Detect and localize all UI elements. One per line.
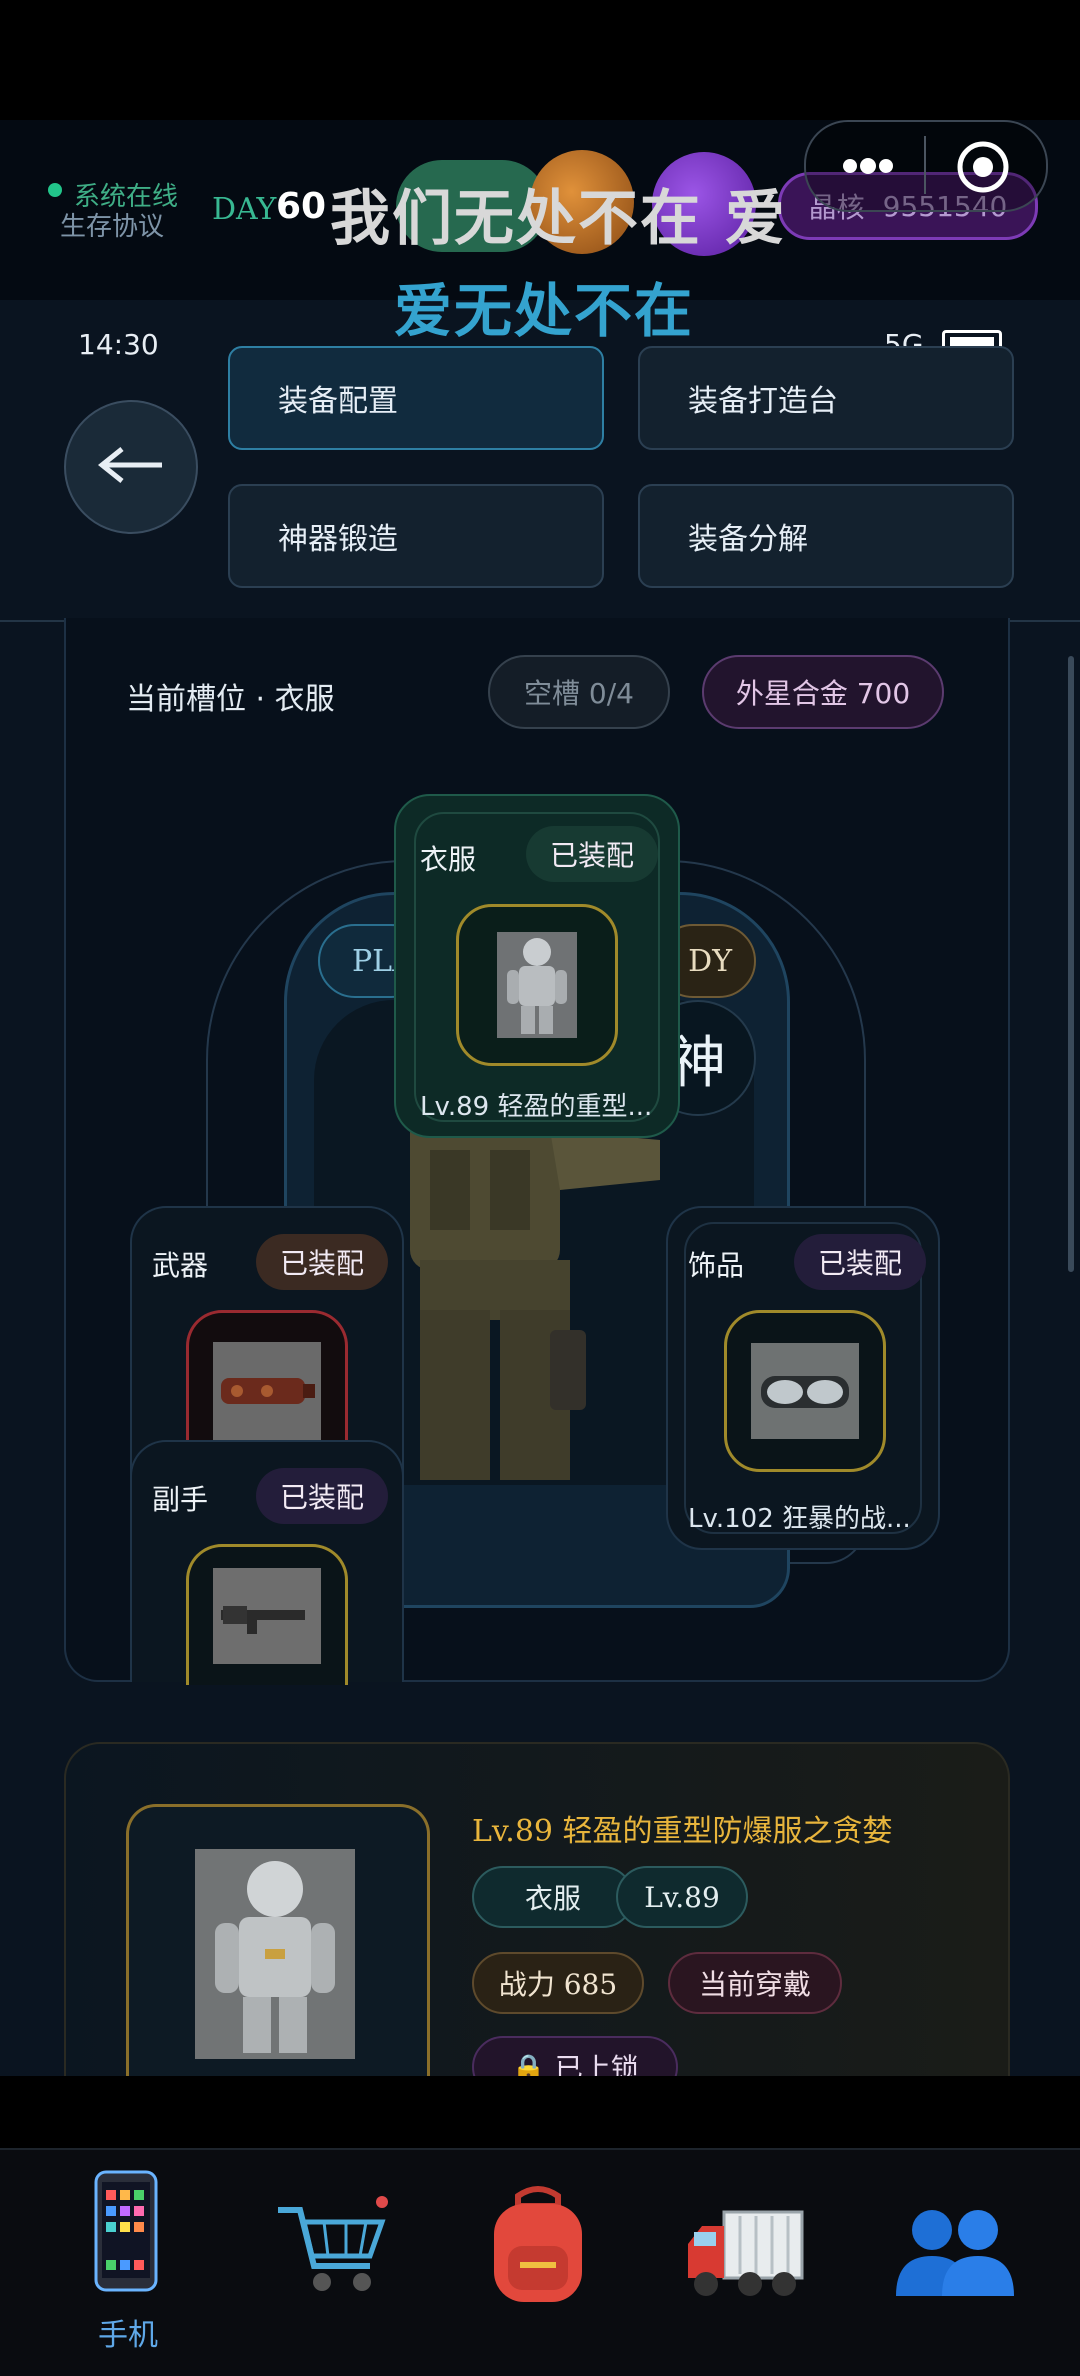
clothes-equipped-badge: 已装配 <box>526 826 658 882</box>
nav-item-delivery[interactable] <box>684 2204 806 2304</box>
nav-item-backpack[interactable] <box>480 2182 596 2306</box>
accessory-slot-label: 饰品 <box>688 1249 745 1282</box>
truck-icon <box>684 2210 806 2308</box>
empty-slot-count: 空槽 0/4 <box>488 655 670 729</box>
detail-tag-wearing: 当前穿戴 <box>668 1952 842 2014</box>
watermark-line1: 我们无处不在 爱 <box>330 184 787 254</box>
watermark-line2: 爱无处不在 <box>394 277 695 345</box>
miniprogram-capsule <box>804 120 1048 212</box>
equip-card-clothes[interactable]: 衣服 已装配 Lv.89 轻盈的重型... <box>394 794 680 1138</box>
day-number: 60 <box>276 186 327 227</box>
rifle-icon <box>213 1568 321 1664</box>
offhand-slot-label: 副手 <box>152 1483 209 1516</box>
detail-tag-level: Lv.89 <box>616 1866 748 1928</box>
phone-icon <box>90 2170 162 2298</box>
detail-tag-slot: 衣服 <box>472 1866 634 1928</box>
nav-label-phone: 手机 <box>98 2318 158 2353</box>
goggles-icon <box>751 1343 859 1439</box>
backpack-icon <box>480 2186 596 2310</box>
accessory-equipped-badge: 已装配 <box>794 1234 926 1290</box>
people-icon <box>892 2210 1016 2304</box>
offhand-item-icon[interactable] <box>186 1544 348 1685</box>
nav-item-shop[interactable] <box>270 2190 390 2300</box>
clothes-item-icon[interactable] <box>456 904 618 1066</box>
cart-icon <box>270 2196 390 2304</box>
bottom-overlay <box>0 2076 1080 2148</box>
capsule-divider <box>924 136 926 194</box>
weapon-slot-label: 武器 <box>152 1249 209 1282</box>
tab-dismantle[interactable]: 装备分解 <box>638 484 1014 588</box>
equip-card-weapon[interactable]: 武器 已装配 <box>130 1206 404 1478</box>
nav-item-phone[interactable] <box>90 2168 162 2294</box>
detail-tag-power: 战力 685 <box>472 1952 644 2014</box>
minigun-icon <box>213 1342 321 1440</box>
current-slot-title: 当前槽位 · 衣服 <box>126 682 335 717</box>
detail-item-frame[interactable] <box>126 1804 430 2107</box>
clothes-item-name: Lv.89 轻盈的重型... <box>420 1092 653 1122</box>
more-icon[interactable] <box>840 156 896 176</box>
scrollbar[interactable] <box>1068 656 1074 1272</box>
day-label: DAY <box>212 192 277 227</box>
equip-card-offhand[interactable]: 副手 已装配 <box>130 1440 404 1685</box>
back-button[interactable] <box>64 400 198 534</box>
offhand-equipped-badge: 已装配 <box>256 1468 388 1524</box>
close-target-icon[interactable] <box>956 140 1010 194</box>
weapon-equipped-badge: 已装配 <box>256 1234 388 1290</box>
tab-artifact-forge[interactable]: 神器锻造 <box>228 484 604 588</box>
alien-alloy-count: 外星合金 700 <box>702 655 944 729</box>
nav-item-friends[interactable] <box>892 2206 1016 2300</box>
system-bar <box>0 0 1080 120</box>
clock: 14:30 <box>78 328 159 361</box>
character-avatar[interactable] <box>400 1110 670 1488</box>
arrow-left-icon <box>96 445 166 489</box>
accessory-item-icon[interactable] <box>724 1310 886 1472</box>
online-dot <box>48 183 62 197</box>
tab-equipment-config[interactable]: 装备配置 <box>228 346 604 450</box>
tab-forge-station[interactable]: 装备打造台 <box>638 346 1014 450</box>
accessory-item-name: Lv.102 狂暴的战... <box>688 1504 911 1534</box>
bomb-suit-large-icon <box>195 1849 355 2059</box>
bomb-suit-icon <box>497 932 577 1038</box>
clothes-slot-label: 衣服 <box>420 843 477 876</box>
detail-item-title: Lv.89 轻盈的重型防爆服之贪婪 <box>472 1814 893 1849</box>
equip-card-accessory[interactable]: 饰品 已装配 Lv.102 狂暴的战... <box>666 1206 940 1550</box>
status-protocol: 生存协议 <box>60 212 165 242</box>
